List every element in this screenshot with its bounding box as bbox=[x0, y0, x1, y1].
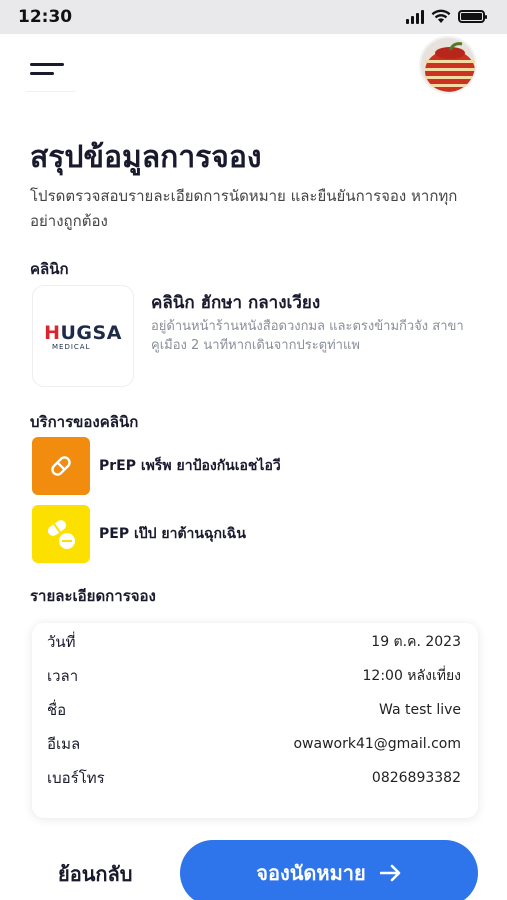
service-label: PrEP เพร็พ ยาป้องกันเอชไอวี bbox=[99, 458, 281, 474]
detail-row-email: อีเมล owawork41@gmail.com bbox=[47, 732, 461, 756]
confirm-booking-button[interactable]: จองนัดหมาย bbox=[180, 840, 478, 900]
pill-icon bbox=[32, 437, 90, 495]
menu-button[interactable] bbox=[26, 46, 76, 92]
clinic-logo-subtext: MEDICAL bbox=[52, 342, 91, 351]
page-title: สรุปข้อมูลการจอง bbox=[30, 140, 262, 175]
status-time: 12:30 bbox=[18, 7, 73, 27]
service-item-pep: PEP เป๊ป ยาต้านฉุกเฉิน bbox=[32, 505, 246, 563]
service-label: PEP เป๊ป ยาต้านฉุกเฉิน bbox=[99, 526, 246, 542]
clinic-name: คลินิก ฮักษา กลางเวียง bbox=[151, 293, 321, 313]
status-bar: 12:30 bbox=[0, 0, 507, 34]
status-icons bbox=[406, 9, 487, 24]
clinic-logo: HUGSA MEDICAL bbox=[32, 285, 134, 387]
detail-value: 19 ต.ค. 2023 bbox=[371, 634, 461, 650]
services-section-label: บริการของคลินิก bbox=[30, 413, 139, 431]
detail-value: Wa test live bbox=[379, 702, 461, 718]
detail-label: เบอร์โทร bbox=[47, 769, 105, 787]
clinic-section-label: คลินิก bbox=[30, 260, 69, 278]
menu-icon-line bbox=[30, 71, 54, 75]
confirm-booking-label: จองนัดหมาย bbox=[256, 861, 366, 885]
booking-section-label: รายละเอียดการจอง bbox=[30, 587, 156, 605]
detail-label: เวลา bbox=[47, 667, 79, 685]
detail-value: 12:00 หลังเที่ยง bbox=[362, 668, 462, 684]
detail-label: ชื่อ bbox=[47, 701, 67, 719]
service-item-prep: PrEP เพร็พ ยาป้องกันเอชไอวี bbox=[32, 437, 281, 495]
menu-icon-line bbox=[30, 62, 64, 66]
page-subtitle: โปรดตรวจสอบรายละเอียดการนัดหมาย และยืนยั… bbox=[30, 187, 458, 230]
detail-label: อีเมล bbox=[47, 735, 81, 753]
wifi-icon bbox=[431, 9, 451, 23]
detail-row-phone: เบอร์โทร 0826893382 bbox=[47, 766, 461, 790]
pills-icon bbox=[32, 505, 90, 563]
detail-label: วันที่ bbox=[47, 633, 76, 651]
booking-summary-screen: สรุปข้อมูลการจอง โปรดตรวจสอบรายละเอียดกา… bbox=[0, 34, 507, 900]
battery-icon bbox=[458, 10, 487, 23]
detail-row-date: วันที่ 19 ต.ค. 2023 bbox=[47, 630, 461, 654]
arrow-right-icon bbox=[379, 864, 401, 882]
booking-details-card: วันที่ 19 ต.ค. 2023 เวลา 12:00 หลังเที่ย… bbox=[32, 623, 478, 818]
detail-row-name: ชื่อ Wa test live bbox=[47, 698, 461, 722]
user-avatar-image bbox=[421, 38, 475, 92]
signal-icon bbox=[406, 9, 424, 24]
detail-value: 0826893382 bbox=[371, 770, 461, 786]
avatar[interactable] bbox=[419, 36, 477, 94]
clinic-logo-wordmark: HUGSA bbox=[44, 321, 122, 344]
detail-row-time: เวลา 12:00 หลังเที่ยง bbox=[47, 664, 461, 688]
back-button[interactable]: ย้อนกลับ bbox=[58, 858, 132, 890]
detail-value: owawork41@gmail.com bbox=[293, 736, 461, 752]
clinic-address: อยู่ด้านหน้าร้านหนังสือดวงกมล และตรงข้าม… bbox=[151, 319, 464, 353]
